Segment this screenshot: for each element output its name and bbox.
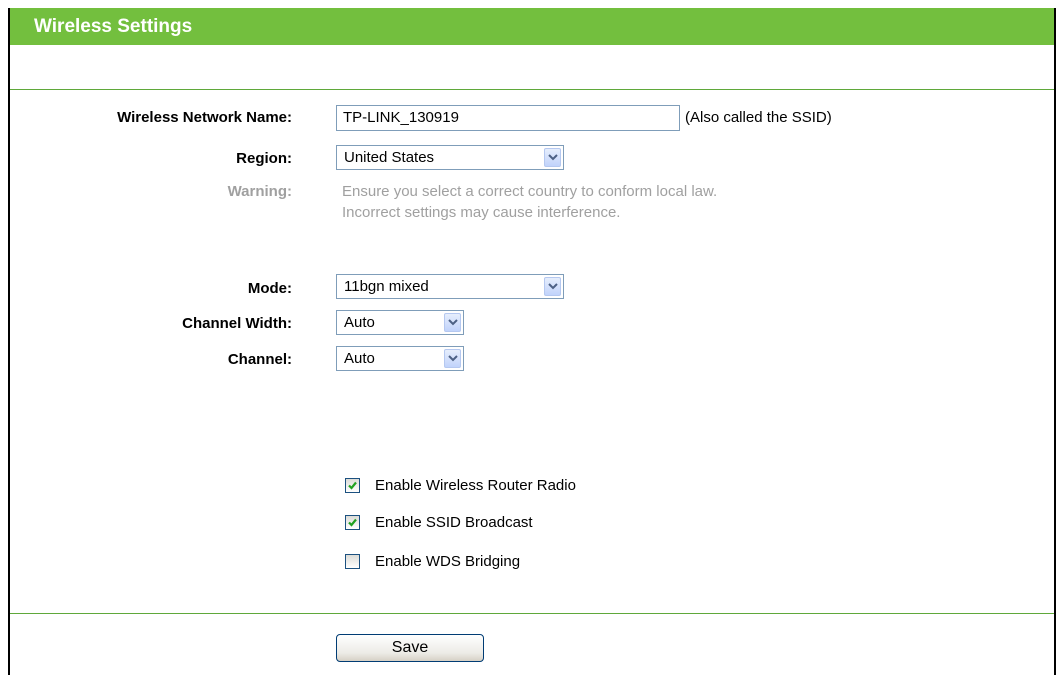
region-label: Region:	[236, 150, 292, 167]
ssid-input[interactable]: TP-LINK_130919	[336, 105, 680, 131]
warning-line-2: Incorrect settings may cause interferenc…	[342, 204, 621, 221]
enable-ssid-broadcast-checkbox[interactable]	[345, 515, 360, 530]
chevron-down-icon[interactable]	[444, 349, 461, 368]
channel-width-selected-value: Auto	[344, 314, 375, 331]
region-selected-value: United States	[344, 149, 435, 166]
mode-select[interactable]: 11bgn mixed	[336, 274, 564, 299]
enable-wds-bridging-label: Enable WDS Bridging	[375, 553, 521, 570]
warning-line-1: Ensure you select a correct country to c…	[342, 183, 718, 200]
channel-width-select[interactable]: Auto	[336, 310, 464, 335]
ssid-hint: (Also called the SSID)	[685, 109, 832, 126]
channel-width-label: Channel Width:	[182, 315, 292, 332]
channel-selected-value: Auto	[344, 350, 375, 367]
save-button[interactable]: Save	[336, 634, 484, 662]
wireless-settings-panel: Wireless Settings Wireless Network Name:…	[8, 8, 1056, 675]
chevron-down-icon[interactable]	[444, 313, 461, 332]
warning-label: Warning:	[227, 183, 292, 200]
region-select[interactable]: United States	[336, 145, 564, 170]
network-name-label: Wireless Network Name:	[117, 109, 292, 126]
chevron-down-icon[interactable]	[544, 148, 561, 167]
enable-wds-bridging-checkbox[interactable]	[345, 554, 360, 569]
channel-select[interactable]: Auto	[336, 346, 464, 371]
chevron-down-icon[interactable]	[544, 277, 561, 296]
enable-radio-label: Enable Wireless Router Radio	[375, 477, 576, 494]
top-divider	[10, 89, 1054, 90]
mode-selected-value: 11bgn mixed	[344, 278, 429, 295]
title-bar: Wireless Settings	[10, 8, 1054, 45]
enable-radio-checkbox[interactable]	[345, 478, 360, 493]
enable-ssid-broadcast-label: Enable SSID Broadcast	[375, 514, 533, 531]
bottom-divider	[10, 613, 1054, 614]
mode-label: Mode:	[247, 280, 292, 297]
page-title: Wireless Settings	[34, 16, 193, 37]
channel-label: Channel:	[227, 351, 292, 368]
